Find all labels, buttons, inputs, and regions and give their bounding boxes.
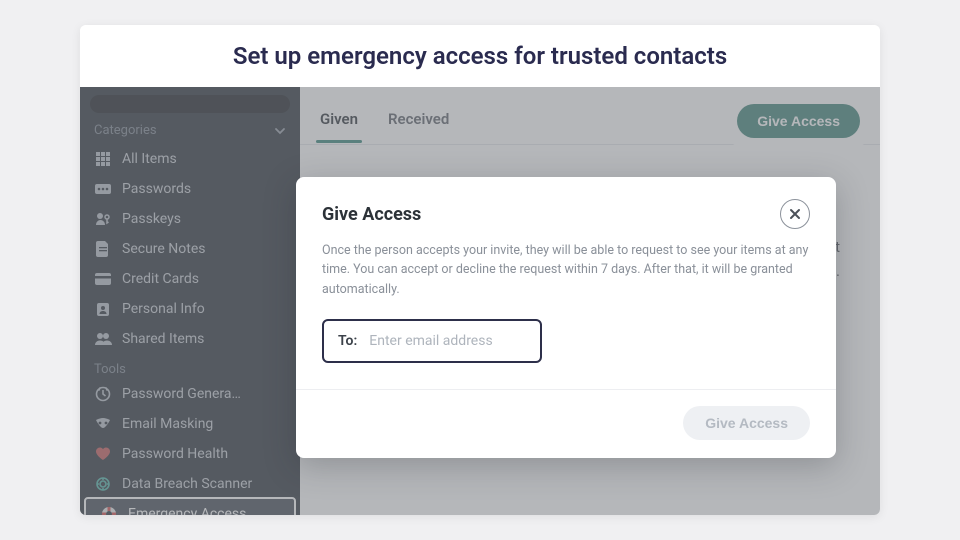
page-caption: Set up emergency access for trusted cont… (80, 25, 880, 87)
modal-give-access-button[interactable]: Give Access (683, 406, 810, 440)
caption-text: Set up emergency access for trusted cont… (233, 42, 727, 70)
modal-title: Give Access (322, 204, 421, 225)
email-placeholder: Enter email address (369, 333, 492, 349)
close-button[interactable] (780, 199, 810, 229)
to-label: To: (338, 333, 357, 349)
email-field[interactable]: To: Enter email address (322, 319, 542, 363)
modal-description: Once the person accepts your invite, the… (322, 241, 810, 299)
close-icon (789, 208, 801, 220)
give-access-modal: Give Access Once the person accepts your… (296, 177, 836, 458)
divider (296, 389, 836, 390)
